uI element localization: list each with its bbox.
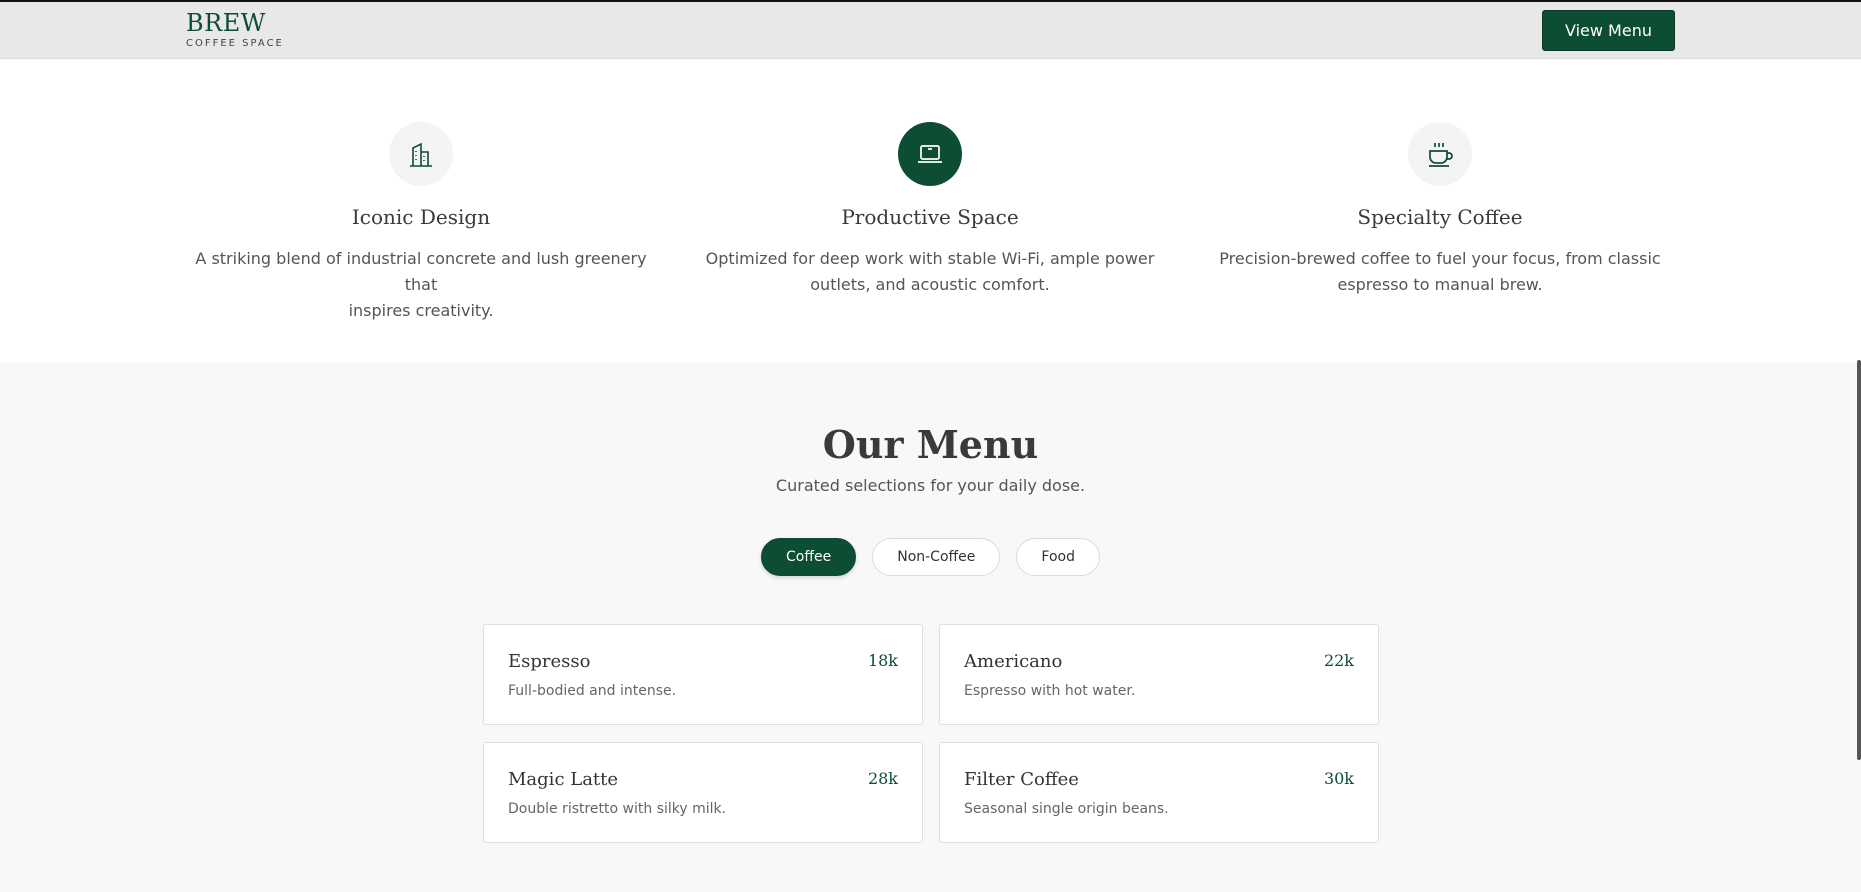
menu-item-name: Magic Latte xyxy=(508,769,619,790)
tab-food[interactable]: Food xyxy=(1016,538,1100,576)
site-header: BREW COFFEE SPACE View Menu xyxy=(0,2,1861,59)
menu-category-tabs: Coffee Non-Coffee Food xyxy=(0,538,1861,576)
menu-item-card[interactable]: Magic Latte 28k Double ristretto with si… xyxy=(483,742,923,843)
menu-item-description: Double ristretto with silky milk. xyxy=(508,801,727,817)
view-menu-button[interactable]: View Menu xyxy=(1542,10,1675,51)
feature-description: Optimized for deep work with stable Wi-F… xyxy=(700,246,1160,298)
menu-section: Our Menu Curated selections for your dai… xyxy=(0,362,1861,892)
brand-tagline: COFFEE SPACE xyxy=(186,38,284,49)
menu-item-name: Americano xyxy=(964,651,1063,672)
menu-item-card[interactable]: Filter Coffee 30k Seasonal single origin… xyxy=(939,742,1379,843)
tab-non-coffee[interactable]: Non-Coffee xyxy=(872,538,1001,576)
coffee-cup-icon xyxy=(1408,122,1472,186)
brand-name: BREW xyxy=(186,9,266,37)
features-section: Iconic Design A striking blend of indust… xyxy=(0,60,1861,362)
feature-iconic-design: Iconic Design A striking blend of indust… xyxy=(191,122,651,324)
feature-title: Specialty Coffee xyxy=(1357,205,1523,229)
menu-item-description: Espresso with hot water. xyxy=(964,683,1136,699)
tab-coffee[interactable]: Coffee xyxy=(761,538,857,576)
menu-item-price: 28k xyxy=(867,769,898,788)
feature-title: Iconic Design xyxy=(351,205,491,229)
feature-description: A striking blend of industrial concrete … xyxy=(191,246,651,324)
feature-specialty-coffee: Specialty Coffee Precision-brewed coffee… xyxy=(1210,122,1670,298)
feature-description-line: espresso to manual brew. xyxy=(1337,275,1543,294)
brand-logo[interactable]: BREW COFFEE SPACE xyxy=(186,10,284,49)
menu-title: Our Menu xyxy=(822,422,1039,467)
menu-item-price: 18k xyxy=(867,651,898,670)
menu-item-name: Filter Coffee xyxy=(964,769,1079,790)
feature-title: Productive Space xyxy=(841,205,1019,229)
menu-item-card[interactable]: Espresso 18k Full-bodied and intense. xyxy=(483,624,923,725)
feature-description-line: inspires creativity. xyxy=(348,301,494,320)
menu-item-price: 22k xyxy=(1323,651,1354,670)
menu-item-card[interactable]: Americano 22k Espresso with hot water. xyxy=(939,624,1379,725)
feature-description-line: Precision-brewed coffee to fuel your foc… xyxy=(1219,249,1661,268)
feature-description-line: Optimized for deep work with stable Wi-F… xyxy=(705,249,1155,268)
feature-productive-space: Productive Space Optimized for deep work… xyxy=(700,122,1160,298)
menu-subtitle: Curated selections for your daily dose. xyxy=(775,476,1086,495)
feature-description: Precision-brewed coffee to fuel your foc… xyxy=(1210,246,1670,298)
menu-item-name: Espresso xyxy=(508,651,591,672)
page-scrollbar[interactable] xyxy=(1857,360,1861,760)
menu-item-price: 30k xyxy=(1323,769,1354,788)
menu-item-description: Seasonal single origin beans. xyxy=(964,801,1169,817)
feature-description-line: outlets, and acoustic comfort. xyxy=(810,275,1050,294)
laptop-icon xyxy=(898,122,962,186)
menu-item-description: Full-bodied and intense. xyxy=(508,683,677,699)
building-icon xyxy=(389,122,453,186)
feature-description-line: A striking blend of industrial concrete … xyxy=(195,249,647,294)
